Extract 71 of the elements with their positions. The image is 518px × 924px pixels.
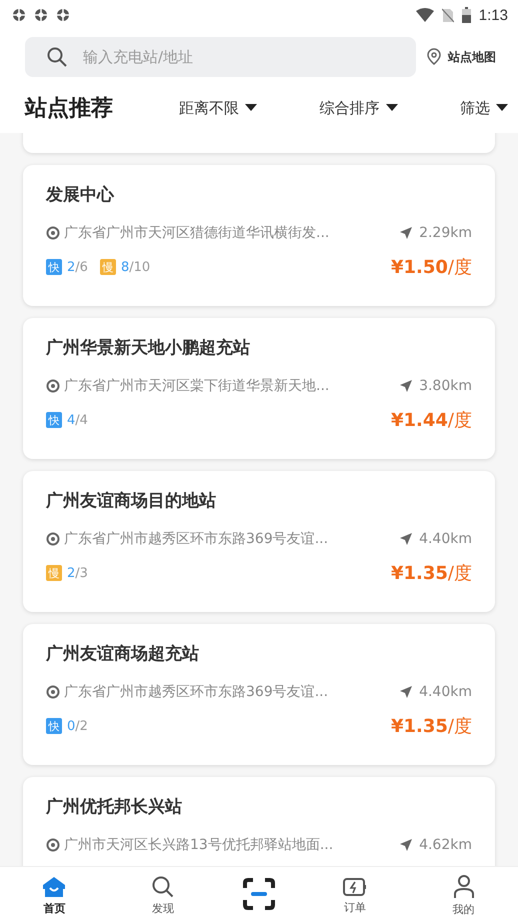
notification-icon (34, 8, 48, 22)
station-distance: 4.40km (419, 531, 472, 547)
navigation-arrow-icon (399, 532, 414, 546)
person-icon (452, 874, 475, 898)
search-field[interactable]: 输入充电站/地址 (25, 37, 416, 77)
location-pin-icon (46, 379, 60, 393)
no-sim-icon (442, 8, 454, 22)
location-pin-icon (46, 532, 60, 546)
location-pin-icon (46, 838, 60, 852)
status-time: 1:13 (478, 6, 508, 24)
station-address: 广东省广州市越秀区环市东路369号友谊... (64, 530, 328, 548)
notification-icon (12, 8, 26, 22)
station-address: 广东省广州市天河区猎德街道华讯横街发... (64, 224, 330, 242)
section-title: 站点推荐 (25, 95, 114, 123)
nav-tab[interactable]: 首页 (24, 876, 84, 916)
caret-icon (496, 104, 508, 112)
nav-tab[interactable]: 发现 (133, 876, 194, 916)
station-map-button[interactable]: 站点地图 (426, 48, 508, 66)
caret-icon (386, 104, 398, 112)
station-price: ¥1.35/度 (390, 715, 472, 738)
battery-bolt-icon (342, 876, 367, 896)
location-pin-icon (426, 48, 442, 66)
filter-dropdown[interactable]: 筛选 (460, 98, 508, 118)
charger-type-badge: 慢 (100, 259, 116, 275)
station-card[interactable]: 广州友谊商场超充站 广东省广州市越秀区环市东路369号友谊... 4.40km 快 0/2 ¥1.35/度 (23, 624, 495, 765)
navigation-arrow-icon (399, 226, 414, 240)
charger-count: 8/10 (120, 260, 150, 274)
home-icon (42, 876, 66, 898)
search-icon (152, 876, 174, 898)
nav-tab[interactable]: 我的 (434, 874, 494, 916)
station-distance: 4.62km (419, 837, 472, 853)
navigation-arrow-icon (399, 838, 414, 852)
station-card[interactable]: 广州友谊商场目的地站 广东省广州市越秀区环市东路369号友谊... 4.40km 慢 2/3 ¥1.35/度 (23, 471, 495, 612)
scan-button[interactable] (242, 876, 276, 910)
charger-count: 2/3 (67, 566, 88, 580)
station-name: 广州优托邦长兴站 (46, 796, 183, 819)
station-address: 广东省广州市越秀区环市东路369号友谊... (64, 683, 328, 701)
charger-count: 0/2 (67, 718, 88, 734)
station-distance: 2.29km (419, 225, 472, 241)
station-name: 广州友谊商场目的地站 (46, 490, 217, 513)
notification-icon (56, 8, 70, 22)
nav-tab[interactable]: 订单 (324, 876, 385, 914)
station-distance: 4.40km (419, 684, 472, 700)
charger-type-badge: 快 (46, 259, 62, 275)
station-card[interactable]: 发展中心 广东省广州市天河区猎德街道华讯横街发... 2.29km 快 2/6 慢 8/10 ¥1.50/度 (23, 165, 495, 306)
navigation-arrow-icon (399, 379, 414, 393)
battery-icon (462, 7, 471, 23)
station-price: ¥1.50/度 (390, 256, 472, 279)
station-distance: 3.80km (419, 378, 472, 394)
station-price: ¥1.35/度 (390, 562, 472, 585)
wifi-icon (416, 8, 434, 22)
charger-type-badge: 慢 (46, 565, 62, 581)
navigation-arrow-icon (399, 685, 414, 699)
charger-type-badge: 快 (46, 412, 62, 428)
station-card[interactable]: 广州优托邦长兴站 广州市天河区长兴路13号优托邦驿站地面... 4.62km (23, 777, 495, 866)
station-name: 广州友谊商场超充站 (46, 643, 200, 666)
charger-type-badge: 快 (46, 718, 62, 734)
station-name: 广州华景新天地小鹏超充站 (46, 337, 251, 360)
charger-count: 2/6 (67, 260, 88, 274)
station-price: ¥1.44/度 (390, 409, 472, 432)
location-pin-icon (46, 226, 60, 240)
location-pin-icon (46, 685, 60, 699)
charger-count: 4/4 (67, 412, 88, 428)
station-address: 广东省广州市天河区棠下街道华景新天地... (64, 377, 330, 395)
scan-icon (242, 876, 276, 910)
filter-dropdown[interactable]: 距离不限 (179, 98, 257, 118)
station-address: 广州市天河区长兴路13号优托邦驿站地面... (64, 836, 334, 854)
station-name: 发展中心 (46, 184, 116, 207)
station-card[interactable]: 广州华景新天地小鹏超充站 广东省广州市天河区棠下街道华景新天地... 3.80km 快 4/4 ¥1.44/度 (23, 318, 495, 459)
caret-icon (245, 104, 257, 112)
filter-dropdown[interactable]: 综合排序 (320, 98, 398, 118)
